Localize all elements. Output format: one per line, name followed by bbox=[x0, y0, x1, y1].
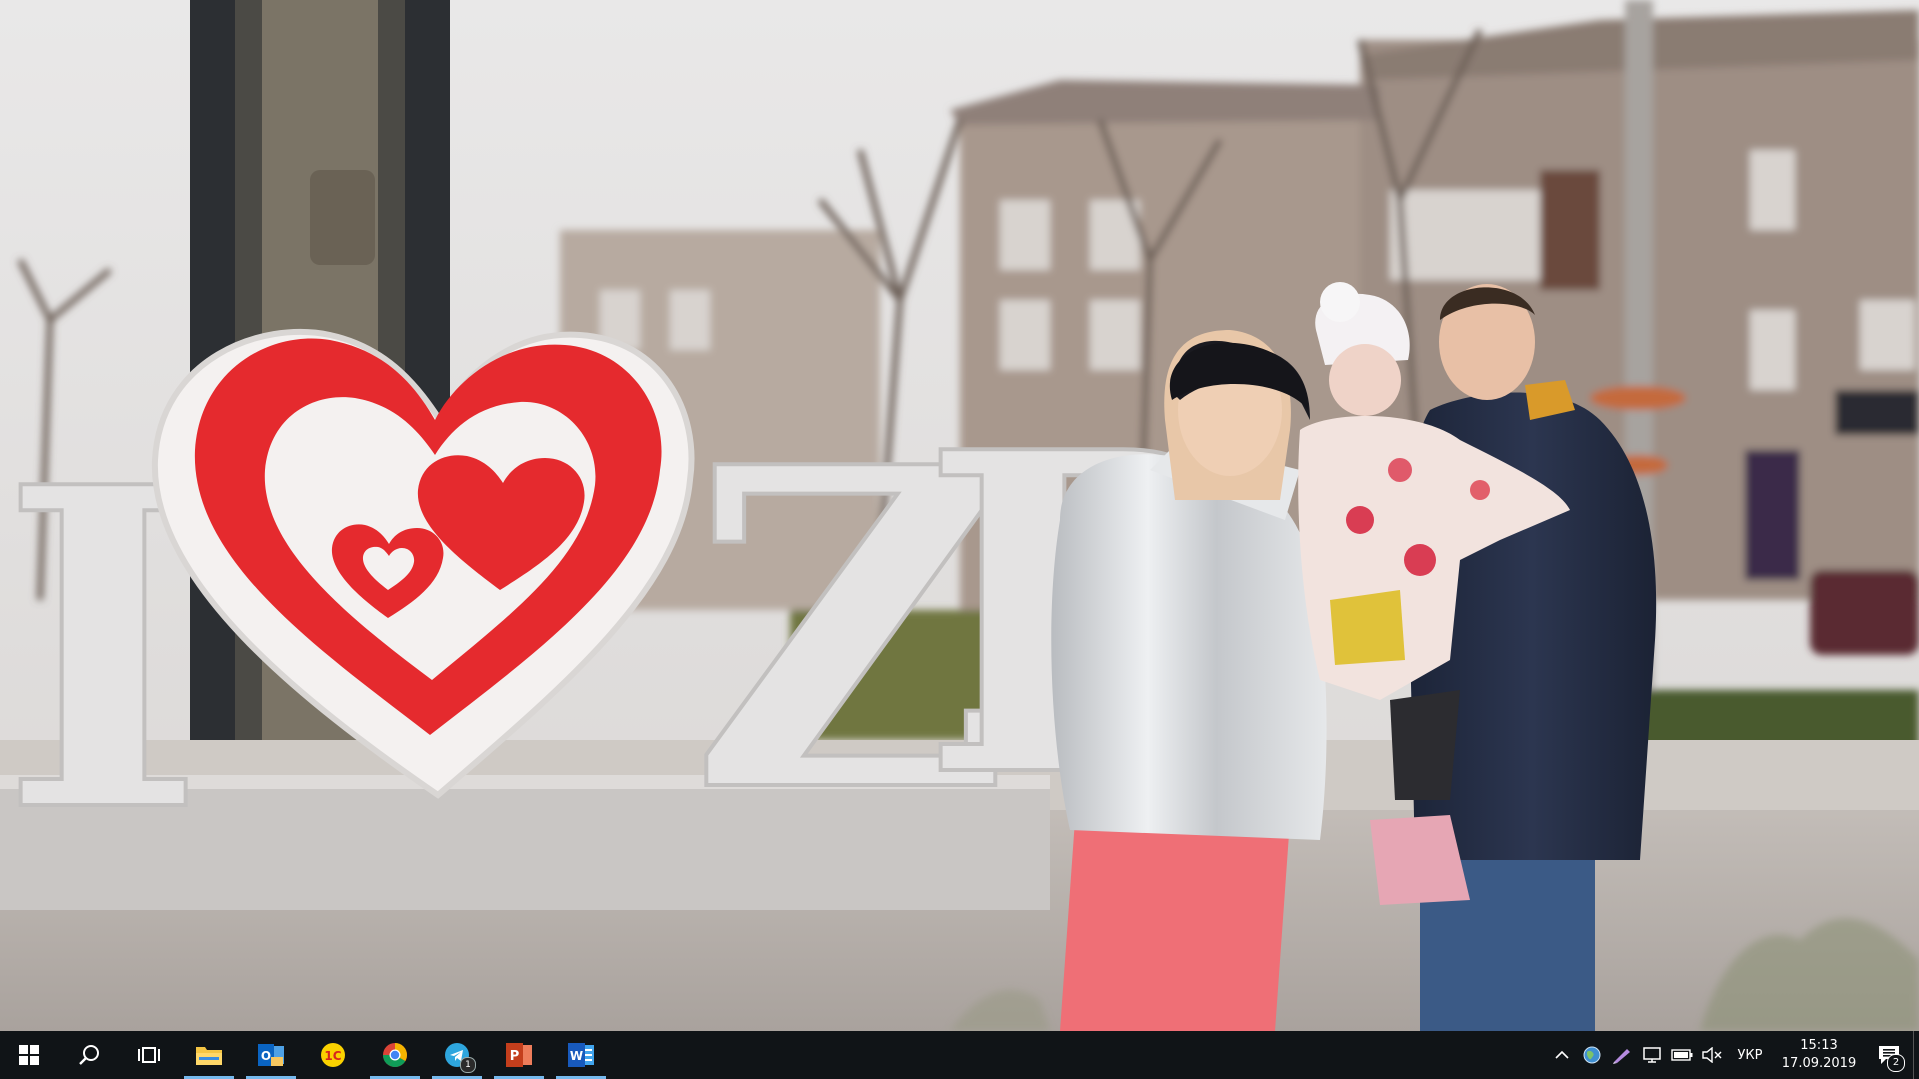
show-hidden-icons-button[interactable] bbox=[1547, 1031, 1577, 1079]
clock[interactable]: 15:13 17.09.2019 bbox=[1773, 1031, 1865, 1079]
svg-text:O: O bbox=[261, 1049, 271, 1063]
clock-date: 17.09.2019 bbox=[1781, 1056, 1857, 1071]
start-button[interactable] bbox=[0, 1031, 58, 1079]
pen-icon bbox=[1613, 1049, 1630, 1064]
tray-pen[interactable] bbox=[1607, 1031, 1637, 1079]
notification-count-badge: 2 bbox=[1887, 1054, 1905, 1072]
task-view-icon bbox=[138, 1047, 160, 1063]
powerpoint-icon: P bbox=[506, 1043, 532, 1067]
taskbar-app-powerpoint[interactable]: P bbox=[488, 1031, 550, 1079]
telegram-unread-badge: 1 bbox=[460, 1057, 476, 1073]
input-language-indicator[interactable]: УКР bbox=[1727, 1031, 1773, 1079]
outlook-icon: O bbox=[258, 1044, 284, 1066]
search-button[interactable] bbox=[58, 1031, 120, 1079]
word-icon: W bbox=[568, 1043, 594, 1067]
chrome-icon bbox=[383, 1043, 407, 1068]
tray-battery[interactable] bbox=[1667, 1031, 1697, 1079]
windows-start-icon bbox=[19, 1045, 39, 1065]
display-icon bbox=[1643, 1047, 1661, 1063]
taskbar-app-file-explorer[interactable] bbox=[178, 1031, 240, 1079]
task-view-button[interactable] bbox=[120, 1031, 178, 1079]
file-explorer-icon bbox=[196, 1047, 222, 1065]
battery-icon bbox=[1671, 1049, 1693, 1061]
volume-muted-icon bbox=[1702, 1047, 1722, 1063]
taskbar-app-word[interactable]: W bbox=[550, 1031, 612, 1079]
network-globe-icon bbox=[1583, 1046, 1601, 1064]
action-center-button[interactable]: 2 bbox=[1865, 1031, 1913, 1079]
tray-display[interactable] bbox=[1637, 1031, 1667, 1079]
clock-time: 15:13 bbox=[1800, 1038, 1838, 1053]
system-tray: УКР 15:13 17.09.2019 2 bbox=[1547, 1031, 1919, 1079]
1c-icon: 1С bbox=[321, 1043, 345, 1067]
chevron-up-icon bbox=[1555, 1050, 1569, 1059]
search-icon bbox=[79, 1045, 99, 1065]
desktop-wallpaper: I Z P bbox=[0, 0, 1919, 1031]
taskbar-app-chrome[interactable] bbox=[364, 1031, 426, 1079]
taskbar-app-outlook[interactable]: O bbox=[240, 1031, 302, 1079]
svg-text:W: W bbox=[570, 1049, 583, 1063]
taskbar: O 1С 1 P W УКР 15:13 17.09.2019 2 bbox=[0, 1031, 1919, 1079]
svg-text:1С: 1С bbox=[324, 1049, 341, 1063]
tray-network-globe[interactable] bbox=[1577, 1031, 1607, 1079]
taskbar-app-telegram[interactable]: 1 bbox=[426, 1031, 488, 1079]
tray-volume[interactable] bbox=[1697, 1031, 1727, 1079]
show-desktop-button[interactable] bbox=[1913, 1031, 1919, 1079]
taskbar-app-1c[interactable]: 1С bbox=[302, 1031, 364, 1079]
svg-text:P: P bbox=[510, 1049, 520, 1064]
wallpaper-photo: I Z P bbox=[0, 0, 1919, 1031]
